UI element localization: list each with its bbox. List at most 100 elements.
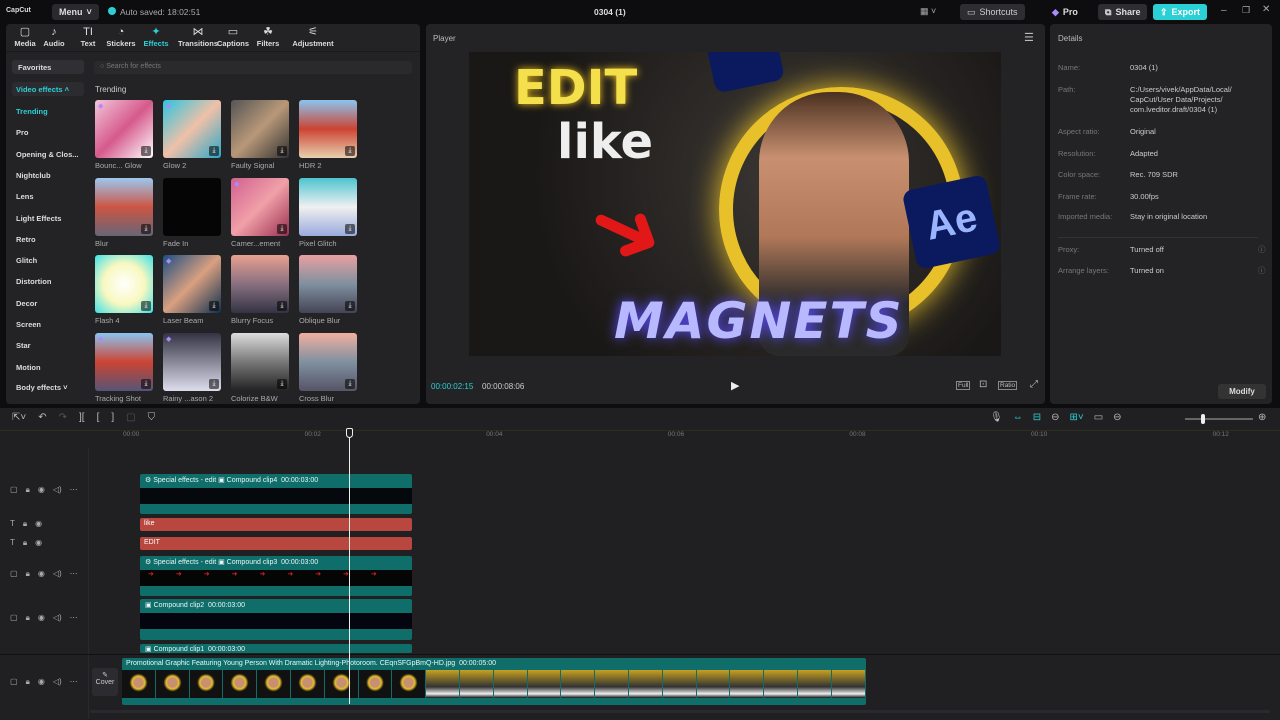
tab-filters[interactable]: ☘ Filters bbox=[251, 26, 285, 48]
eye-icon[interactable]: ◉ bbox=[38, 569, 45, 579]
effect-item[interactable]: ⤓ Colorize B&W bbox=[231, 332, 289, 403]
category-nightclub[interactable]: Nightclub bbox=[16, 171, 51, 180]
compound-clip4[interactable]: ⚙ Special effects - edit ▣ Compound clip… bbox=[140, 474, 412, 514]
link-main-icon[interactable]: ⇔ bbox=[1013, 412, 1023, 423]
effect-item[interactable]: ⤓ ◆ Camer...ement bbox=[231, 177, 289, 248]
category-pro[interactable]: Pro bbox=[16, 128, 29, 137]
compound-clip1[interactable]: ▣ Compound clip1 00:00:03:00 bbox=[140, 644, 412, 653]
hamburger-menu-icon[interactable]: ☰ bbox=[1024, 31, 1034, 44]
zoom-slider-handle[interactable] bbox=[1201, 414, 1205, 424]
more-icon[interactable]: ⋯ bbox=[70, 485, 78, 495]
download-icon[interactable]: ⤓ bbox=[209, 146, 219, 156]
eye-icon[interactable]: ◉ bbox=[35, 538, 42, 548]
search-input[interactable]: ○ Search for effects bbox=[94, 61, 412, 74]
effect-item[interactable]: ⤓ HDR 2 bbox=[299, 100, 357, 170]
eye-icon[interactable]: ◉ bbox=[35, 519, 42, 529]
effect-item[interactable]: ⤓ Flash 4 bbox=[95, 255, 153, 325]
menu-button[interactable]: Menu ˅ bbox=[52, 4, 99, 20]
share-button[interactable]: ⧉ Share bbox=[1098, 4, 1148, 20]
layout-icon[interactable]: ▦ ˅ bbox=[920, 6, 936, 17]
download-icon[interactable]: ⤓ bbox=[209, 301, 219, 311]
eye-icon[interactable]: ◉ bbox=[38, 677, 45, 687]
tab-text[interactable]: TI Text bbox=[71, 26, 105, 48]
delete-icon[interactable]: ▢ bbox=[126, 412, 135, 423]
minimize-icon[interactable]: – bbox=[1221, 5, 1227, 16]
ratio-button[interactable]: Ratio bbox=[998, 381, 1018, 390]
speaker-icon[interactable]: ◁) bbox=[53, 485, 62, 495]
more-icon[interactable]: ⋯ bbox=[70, 569, 78, 579]
download-icon[interactable]: ⤓ bbox=[345, 146, 355, 156]
effect-item[interactable]: ⤓ Oblique Blur bbox=[299, 255, 357, 325]
download-icon[interactable]: ⤓ bbox=[277, 301, 287, 311]
cover-button[interactable]: ✎ Cover bbox=[92, 668, 118, 696]
tab-captions[interactable]: ▭ Captions bbox=[216, 26, 250, 48]
favorites-button[interactable]: Favorites bbox=[12, 60, 84, 74]
main-video-clip[interactable]: Promotional Graphic Featuring Young Pers… bbox=[122, 658, 866, 705]
effect-item[interactable]: ⤓ ◆ Glow 2 bbox=[163, 100, 221, 170]
more-icon[interactable]: ⋯ bbox=[70, 613, 78, 623]
redo-icon[interactable]: ↷ bbox=[59, 412, 67, 423]
fullscreen-icon[interactable]: ⤢ bbox=[1030, 379, 1038, 390]
effect-item[interactable]: ⤓ ◆ Tracking Shot bbox=[95, 332, 153, 403]
compound-clip3[interactable]: ⚙ Special effects - edit ▣ Compound clip… bbox=[140, 556, 412, 596]
speaker-icon[interactable]: ◁) bbox=[53, 677, 62, 687]
category-opening-clos-[interactable]: Opening & Clos... bbox=[16, 150, 79, 159]
category-decor[interactable]: Decor bbox=[16, 299, 37, 308]
close-icon[interactable]: ✕ bbox=[1262, 4, 1270, 15]
category-retro[interactable]: Retro bbox=[16, 235, 36, 244]
more-icon[interactable]: ⋯ bbox=[70, 677, 78, 687]
export-button[interactable]: ⇪ Export bbox=[1153, 4, 1208, 20]
download-icon[interactable]: ⤓ bbox=[277, 378, 287, 389]
playhead-handle[interactable] bbox=[346, 428, 353, 438]
effect-item[interactable]: ⤓ Cross Blur bbox=[299, 332, 357, 403]
microphone-icon[interactable]: 🎙 bbox=[990, 412, 1003, 423]
lock-icon[interactable]: 🔒︎ bbox=[26, 569, 30, 579]
lock-icon[interactable]: 🔒︎ bbox=[23, 538, 27, 548]
zoom-in-icon[interactable]: ⊕ bbox=[1258, 412, 1266, 423]
link-icon[interactable]: ⊖ bbox=[1051, 412, 1059, 423]
info-icon[interactable]: ⓘ bbox=[1258, 244, 1266, 255]
category-trending[interactable]: Trending bbox=[16, 107, 48, 116]
caption-icon[interactable]: ▭ bbox=[1094, 412, 1103, 423]
effect-item[interactable]: ⤓ ◆ Laser Beam bbox=[163, 255, 221, 325]
category-lens[interactable]: Lens bbox=[16, 192, 34, 201]
lock-icon[interactable]: 🔒︎ bbox=[26, 485, 30, 495]
text-clip-edit[interactable]: EDIT bbox=[140, 537, 412, 550]
compound-clip2[interactable]: ▣ Compound clip2 00:00:03:00 bbox=[140, 599, 412, 640]
undo-icon[interactable]: ↶ bbox=[38, 412, 46, 423]
tab-stickers[interactable]: ◔ Stickers bbox=[104, 26, 138, 48]
download-icon[interactable]: ⤓ bbox=[141, 223, 151, 234]
full-quality-button[interactable]: Full bbox=[956, 381, 971, 390]
download-icon[interactable]: ⤓ bbox=[141, 378, 151, 389]
video-effects-category[interactable]: Video effects ˄ bbox=[12, 82, 84, 96]
video-preview[interactable]: EDIT like ➜ MAGNETS Ae bbox=[469, 52, 1001, 356]
magnet-icon[interactable]: ⊟ bbox=[1033, 412, 1041, 423]
effect-item[interactable]: ⤓ Pixel Glitch bbox=[299, 177, 357, 248]
select-tool-icon[interactable]: ⇱˅ bbox=[12, 412, 26, 423]
download-icon[interactable]: ⤓ bbox=[345, 223, 355, 234]
effect-item[interactable]: ⤓ Blur bbox=[95, 177, 153, 248]
lock-icon[interactable]: 🔒︎ bbox=[26, 613, 30, 623]
trim-right-icon[interactable]: ] bbox=[111, 412, 114, 423]
speaker-icon[interactable]: ◁) bbox=[53, 569, 62, 579]
eye-icon[interactable]: ◉ bbox=[38, 485, 45, 495]
tab-transitions[interactable]: ⋈ Transitions bbox=[176, 26, 220, 48]
info-icon[interactable]: ⓘ bbox=[1258, 265, 1266, 276]
tab-audio[interactable]: ♪ Audio bbox=[37, 26, 71, 48]
effect-item[interactable]: ⤓ Blurry Focus bbox=[231, 255, 289, 325]
download-icon[interactable]: ⤓ bbox=[141, 146, 151, 156]
effect-item[interactable]: ⤓ ◆ Rainy ...ason 2 bbox=[163, 332, 221, 403]
tab-adjustment[interactable]: ⚟ Adjustment bbox=[291, 26, 335, 48]
body-effects-category[interactable]: Body effects ˅ bbox=[16, 383, 67, 392]
text-clip-like[interactable]: like bbox=[140, 518, 412, 531]
download-icon[interactable]: ⤓ bbox=[209, 378, 219, 389]
zoom-fit-icon[interactable]: ⊡ bbox=[979, 379, 987, 390]
marker-icon[interactable]: ⛉ bbox=[148, 412, 156, 423]
effect-item[interactable]: ⤓ Faulty Signal bbox=[231, 100, 289, 170]
split-icon[interactable]: ][ bbox=[79, 412, 85, 423]
category-motion[interactable]: Motion bbox=[16, 363, 41, 372]
speaker-icon[interactable]: ◁) bbox=[53, 613, 62, 623]
eye-icon[interactable]: ◉ bbox=[38, 613, 45, 623]
preview-axis-icon[interactable]: ⊞˅ bbox=[1069, 412, 1083, 423]
download-icon[interactable]: ⤓ bbox=[277, 223, 287, 234]
